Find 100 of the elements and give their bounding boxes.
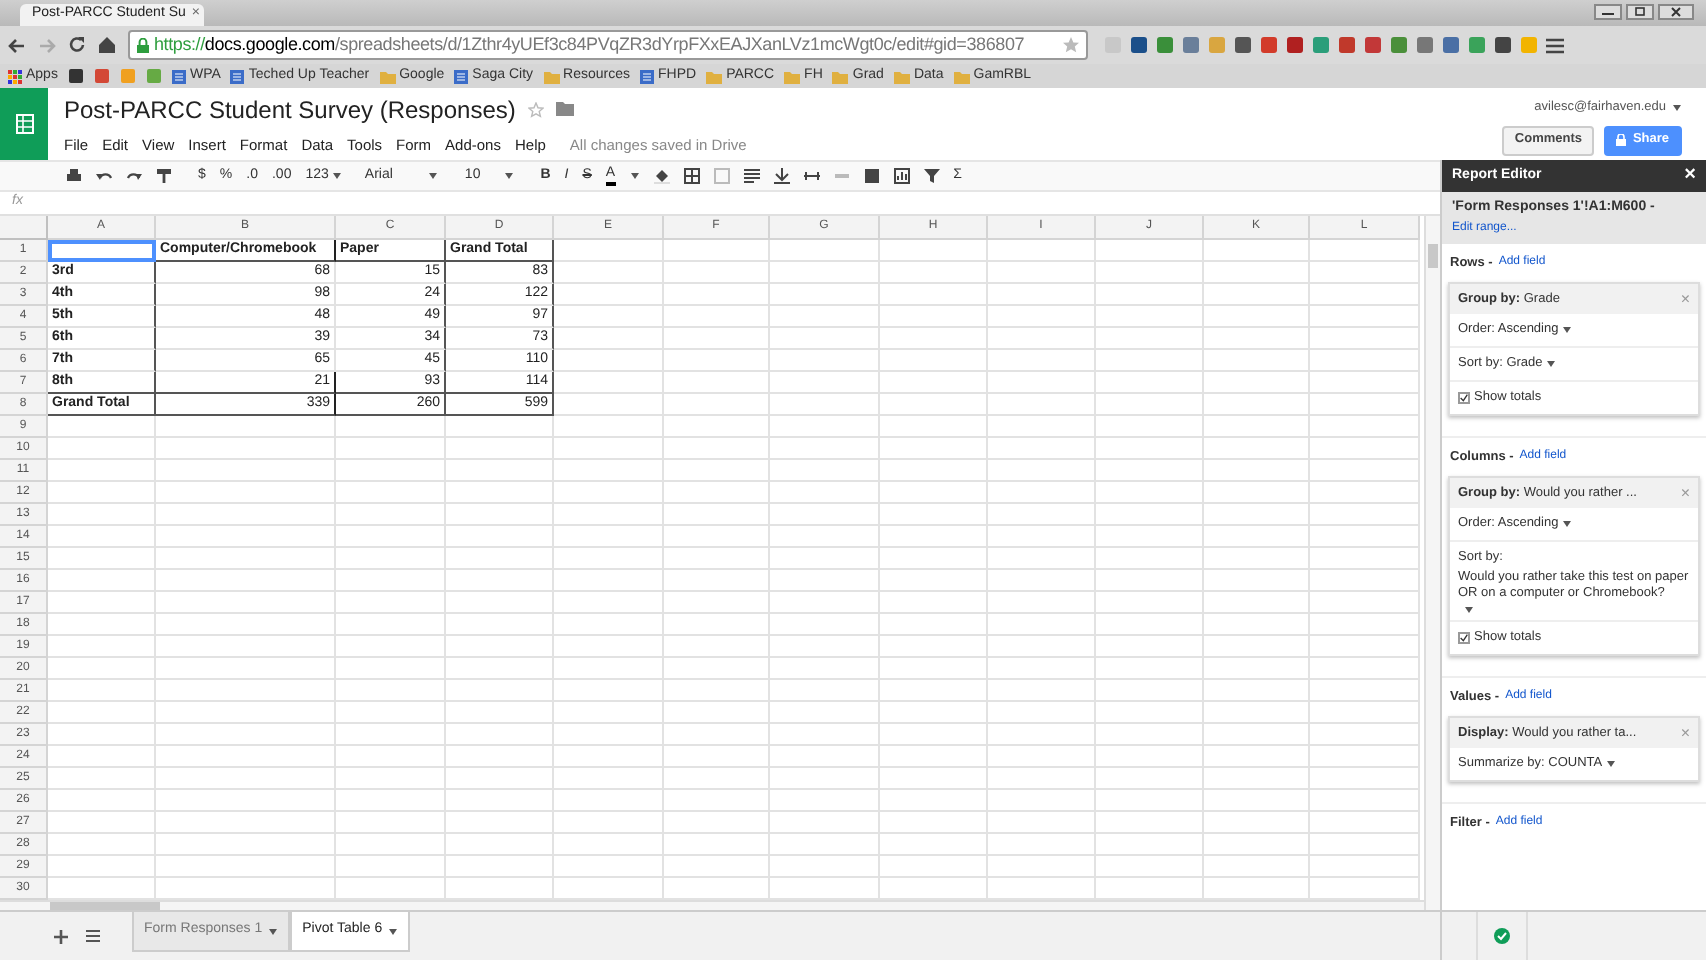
empty-cell[interactable] — [156, 416, 336, 438]
empty-cell[interactable] — [446, 834, 554, 856]
empty-cell[interactable] — [446, 790, 554, 812]
empty-cell[interactable] — [1096, 636, 1204, 658]
empty-cell[interactable] — [1204, 658, 1310, 680]
empty-cell[interactable] — [988, 702, 1096, 724]
empty-cell[interactable] — [156, 680, 336, 702]
empty-cell[interactable] — [446, 592, 554, 614]
empty-cell[interactable] — [554, 306, 664, 328]
empty-cell[interactable] — [554, 702, 664, 724]
empty-cell[interactable] — [880, 504, 988, 526]
empty-cell[interactable] — [880, 548, 988, 570]
empty-cell[interactable] — [770, 812, 880, 834]
empty-cell[interactable] — [880, 328, 988, 350]
empty-cell[interactable] — [770, 856, 880, 878]
empty-cell[interactable] — [1310, 570, 1420, 592]
empty-cell[interactable] — [336, 526, 446, 548]
checkbox[interactable] — [1458, 631, 1470, 644]
empty-cell[interactable] — [988, 746, 1096, 768]
empty-cell[interactable] — [446, 526, 554, 548]
empty-cell[interactable] — [664, 504, 770, 526]
caret-icon[interactable] — [388, 927, 399, 935]
empty-cell[interactable] — [1096, 416, 1204, 438]
empty-cell[interactable] — [1096, 724, 1204, 746]
empty-cell[interactable] — [664, 614, 770, 636]
empty-cell[interactable] — [1096, 746, 1204, 768]
empty-cell[interactable] — [988, 394, 1096, 416]
empty-cell[interactable] — [1310, 284, 1420, 306]
empty-cell[interactable] — [1204, 438, 1310, 460]
empty-cell[interactable] — [1204, 284, 1310, 306]
empty-cell[interactable] — [664, 460, 770, 482]
empty-cell[interactable] — [664, 350, 770, 372]
empty-cell[interactable] — [988, 658, 1096, 680]
empty-cell[interactable] — [554, 746, 664, 768]
empty-cell[interactable] — [1310, 394, 1420, 416]
empty-cell[interactable] — [880, 416, 988, 438]
empty-cell[interactable] — [664, 746, 770, 768]
empty-cell[interactable] — [880, 372, 988, 394]
empty-cell[interactable] — [554, 548, 664, 570]
caret-icon[interactable] — [1464, 605, 1474, 614]
empty-cell[interactable] — [1310, 834, 1420, 856]
empty-cell[interactable] — [554, 284, 664, 306]
empty-cell[interactable] — [1204, 240, 1310, 262]
empty-cell[interactable] — [446, 570, 554, 592]
empty-cell[interactable] — [1310, 592, 1420, 614]
empty-cell[interactable] — [156, 856, 336, 878]
borders-icon[interactable] — [683, 168, 700, 184]
empty-cell[interactable] — [1204, 526, 1310, 548]
empty-cell[interactable] — [446, 658, 554, 680]
fill-color-icon[interactable] — [653, 168, 670, 184]
sheet-list-icon[interactable] — [86, 930, 100, 942]
empty-cell[interactable] — [664, 570, 770, 592]
empty-cell[interactable] — [1096, 702, 1204, 724]
caret-icon[interactable] — [504, 172, 515, 180]
empty-cell[interactable] — [1310, 526, 1420, 548]
empty-cell[interactable] — [664, 856, 770, 878]
caret-icon[interactable] — [1546, 359, 1557, 368]
empty-cell[interactable] — [880, 746, 988, 768]
star-icon[interactable] — [1062, 36, 1080, 54]
empty-cell[interactable] — [336, 504, 446, 526]
caret-icon[interactable] — [1562, 520, 1573, 529]
empty-cell[interactable] — [1204, 416, 1310, 438]
empty-cell[interactable] — [336, 460, 446, 482]
empty-cell[interactable] — [1310, 240, 1420, 262]
empty-cell[interactable] — [446, 482, 554, 504]
empty-cell[interactable] — [336, 746, 446, 768]
empty-cell[interactable] — [554, 504, 664, 526]
empty-cell[interactable] — [336, 856, 446, 878]
empty-cell[interactable] — [446, 856, 554, 878]
empty-cell[interactable] — [664, 482, 770, 504]
empty-cell[interactable] — [880, 724, 988, 746]
empty-cell[interactable] — [554, 724, 664, 746]
empty-cell[interactable] — [880, 526, 988, 548]
empty-cell[interactable] — [664, 306, 770, 328]
empty-cell[interactable] — [770, 460, 880, 482]
empty-cell[interactable] — [156, 526, 336, 548]
maximize-icon[interactable] — [1626, 4, 1654, 20]
empty-cell[interactable] — [1096, 350, 1204, 372]
select-all-corner[interactable] — [0, 216, 48, 240]
empty-cell[interactable] — [1310, 460, 1420, 482]
empty-cell[interactable] — [1310, 548, 1420, 570]
empty-cell[interactable] — [156, 658, 336, 680]
empty-cell[interactable] — [1204, 790, 1310, 812]
empty-cell[interactable] — [446, 702, 554, 724]
empty-cell[interactable] — [664, 680, 770, 702]
empty-cell[interactable] — [1096, 658, 1204, 680]
empty-cell[interactable] — [1310, 504, 1420, 526]
empty-cell[interactable] — [554, 834, 664, 856]
empty-cell[interactable] — [1096, 438, 1204, 460]
empty-cell[interactable] — [336, 592, 446, 614]
empty-cell[interactable] — [446, 636, 554, 658]
empty-cell[interactable] — [336, 614, 446, 636]
empty-cell[interactable] — [554, 768, 664, 790]
caret-icon[interactable] — [1672, 103, 1682, 112]
empty-cell[interactable] — [446, 438, 554, 460]
empty-cell[interactable] — [1096, 460, 1204, 482]
empty-cell[interactable] — [1310, 350, 1420, 372]
empty-cell[interactable] — [664, 658, 770, 680]
empty-cell[interactable] — [880, 262, 988, 284]
empty-cell[interactable] — [770, 768, 880, 790]
